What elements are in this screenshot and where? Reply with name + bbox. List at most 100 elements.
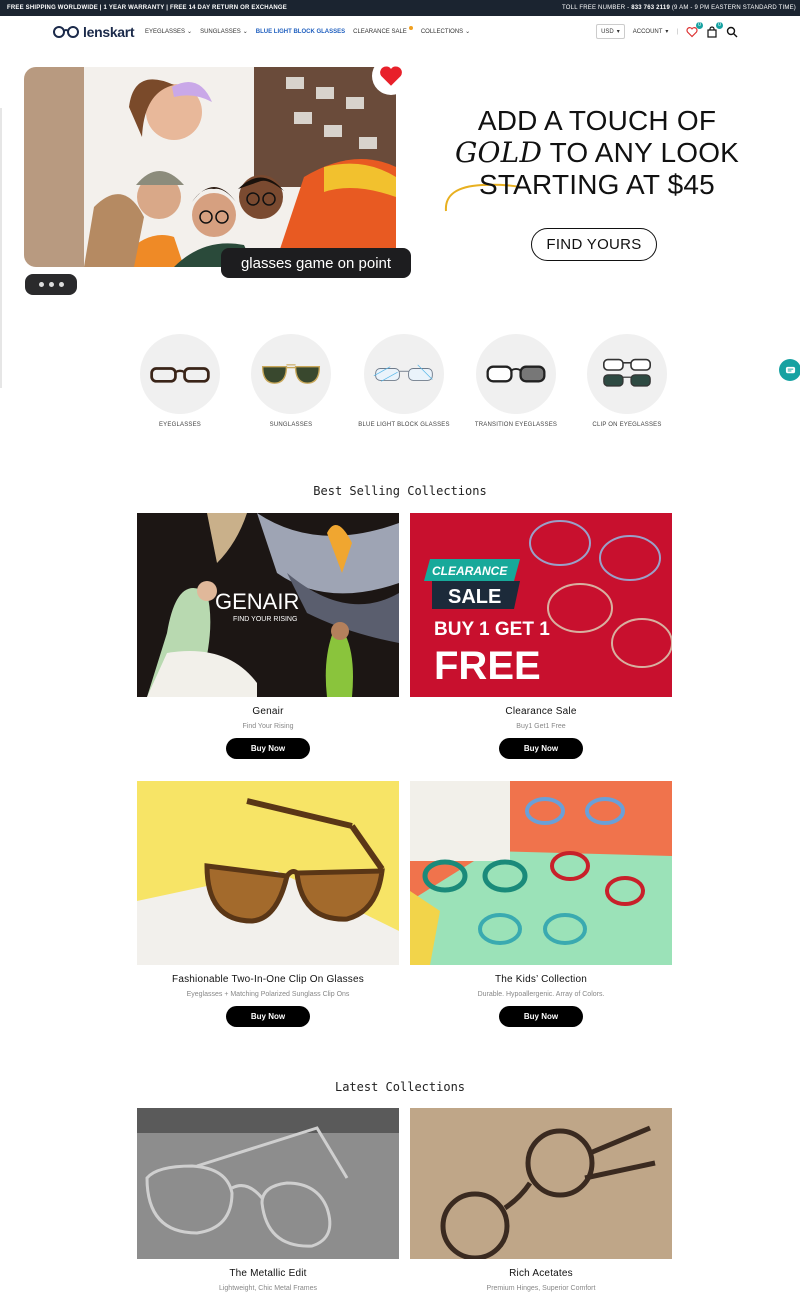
card-subtitle: Lightweight, Chic Metal Frames xyxy=(218,1285,318,1292)
announcement-bar: FREE SHIPPING WORLDWIDE | 1 YEAR WARRANT… xyxy=(0,0,800,16)
blue-light-glasses-icon xyxy=(373,364,433,382)
cart-button[interactable]: 0 xyxy=(706,21,723,38)
category-circle xyxy=(251,334,331,414)
clearance-art-line1: BUY 1 GET 1 xyxy=(434,619,550,640)
collection-card-clearance[interactable]: CLEARANCE SALE BUY 1 GET 1 FREE Clearanc… xyxy=(410,513,672,759)
card-subtitle: Buy1 Get1 Free xyxy=(516,723,566,730)
heart-icon xyxy=(380,66,402,86)
clearance-art-line2: FREE xyxy=(434,644,541,688)
clearance-art-sale: SALE xyxy=(448,586,501,608)
headline-line-3: STARTING AT $45 xyxy=(479,169,715,200)
account-menu[interactable]: ACCOUNT ▾ xyxy=(632,28,669,36)
headline-gold-word: GOLD xyxy=(454,136,543,169)
nav-blue-light-glasses[interactable]: BLUE LIGHT BLOCK GLASSES xyxy=(256,28,345,35)
wishlist-button[interactable]: 0 xyxy=(686,21,703,38)
clip-on-glasses-icon xyxy=(603,358,651,387)
category-eyeglasses[interactable]: EYEGLASSES xyxy=(125,334,235,428)
header-right: USD ▾ ACCOUNT ▾ | 0 0 xyxy=(596,21,738,39)
collection-card-genair[interactable]: GENAIR FIND YOUR RISING Genair Find Your… xyxy=(137,513,399,759)
headline-line-1: ADD A TOUCH OF xyxy=(477,105,717,136)
buy-now-button[interactable]: Buy Now xyxy=(499,1006,583,1027)
favorite-heart-badge[interactable] xyxy=(372,57,410,95)
nav-sunglasses[interactable]: SUNGLASSES ⌄ xyxy=(200,28,248,36)
cart-count-badge: 0 xyxy=(716,21,723,29)
wishlist-count-badge: 0 xyxy=(696,21,703,29)
currency-value: USD xyxy=(601,28,614,35)
eyeglasses-icon xyxy=(150,367,210,383)
latest-collections-title: Latest Collections xyxy=(334,1080,466,1094)
nav-collections[interactable]: COLLECTIONS ⌄ xyxy=(420,28,471,36)
card-title: The Kids’ Collection xyxy=(494,974,587,985)
category-blue-light[interactable]: BLUE LIGHT BLOCK GLASSES xyxy=(349,334,459,428)
chevron-down-icon: ⌄ xyxy=(465,29,471,35)
category-label: BLUE LIGHT BLOCK GLASSES xyxy=(358,422,450,428)
card-subtitle: Find Your Rising xyxy=(242,723,294,730)
site-header: lenskart EYEGLASSES ⌄ SUNGLASSES ⌄ BLUE LI… xyxy=(0,16,800,48)
hero-headline: ADD A TOUCH OF GOLD TO ANY LOOK STARTING… xyxy=(432,105,762,201)
category-circle xyxy=(476,334,556,414)
chat-icon xyxy=(785,366,795,373)
toll-free-label: TOLL FREE NUMBER - xyxy=(562,5,630,11)
category-circle xyxy=(364,334,444,414)
rich-acetates-image xyxy=(410,1108,672,1259)
chat-button[interactable] xyxy=(779,359,800,381)
nav-sunglasses-label: SUNGLASSES xyxy=(200,28,241,35)
toll-free-info: TOLL FREE NUMBER - 833 763 2119 (9 AM - … xyxy=(562,5,796,11)
genair-art-subtitle: FIND YOUR RISING xyxy=(233,616,297,623)
nav-eyeglasses-label: EYEGLASSES xyxy=(145,28,186,35)
buy-now-button[interactable]: Buy Now xyxy=(226,1006,310,1027)
clip-on-artwork xyxy=(137,781,399,965)
card-title: Clearance Sale xyxy=(505,706,577,717)
hero-caption: glasses game on point xyxy=(221,248,411,278)
card-subtitle: Premium Hinges, Superior Comfort xyxy=(486,1285,596,1292)
headline-line-2-rest: TO ANY LOOK xyxy=(542,137,740,168)
search-icon xyxy=(726,26,738,37)
search-button[interactable] xyxy=(726,26,738,38)
card-title: Genair xyxy=(252,706,284,717)
nav-clearance-sale[interactable]: CLEARANCE SALE xyxy=(353,25,413,35)
account-label: ACCOUNT xyxy=(632,28,663,35)
carousel-dot[interactable] xyxy=(38,282,44,287)
collection-card-metallic[interactable]: The Metallic Edit Lightweight, Chic Meta… xyxy=(137,1108,399,1292)
category-label: TRANSITION EYEGLASSES xyxy=(474,422,558,428)
chevron-down-icon: ⌄ xyxy=(187,29,193,35)
divider: | xyxy=(676,28,678,35)
best-selling-title: Best Selling Collections xyxy=(313,484,487,498)
card-title: The Metallic Edit xyxy=(229,1268,307,1279)
buy-now-button[interactable]: Buy Now xyxy=(226,738,310,759)
nav-eyeglasses[interactable]: EYEGLASSES ⌄ xyxy=(145,28,193,36)
card-subtitle: Eyeglasses + Matching Polarized Sunglass… xyxy=(186,991,350,998)
collection-card-rich-acetates[interactable]: Rich Acetates Premium Hinges, Superior C… xyxy=(410,1108,672,1292)
transition-glasses-icon xyxy=(486,365,546,383)
collection-card-clip-on[interactable]: Fashionable Two-In-One Clip On Glasses E… xyxy=(137,781,399,1027)
category-transition[interactable]: TRANSITION EYEGLASSES xyxy=(461,334,571,428)
headline-line-2: GOLD TO ANY LOOK xyxy=(432,137,762,169)
metallic-image xyxy=(137,1108,399,1259)
hero-photo xyxy=(24,67,396,267)
kids-image xyxy=(410,781,672,965)
new-dot-badge xyxy=(408,25,413,30)
phone-number[interactable]: 833 763 2119 xyxy=(631,5,670,11)
carousel-dot[interactable] xyxy=(48,282,54,287)
hero-edge-line xyxy=(0,108,2,388)
nav-blue-light-label: BLUE LIGHT BLOCK GLASSES xyxy=(255,28,346,35)
metallic-artwork xyxy=(137,1108,399,1259)
support-hours: (9 AM - 9 PM EASTERN STANDARD TIME) xyxy=(671,5,796,11)
buy-now-button[interactable]: Buy Now xyxy=(499,738,583,759)
kids-artwork xyxy=(410,781,672,965)
category-sunglasses[interactable]: SUNGLASSES xyxy=(236,334,346,428)
carousel-dot[interactable] xyxy=(58,282,64,287)
announcement-text: FREE SHIPPING WORLDWIDE | 1 YEAR WARRANT… xyxy=(7,5,287,11)
rich-acetates-artwork xyxy=(410,1108,672,1259)
sunglasses-icon xyxy=(261,364,321,384)
collection-card-kids[interactable]: The Kids’ Collection Durable. Hypoallerg… xyxy=(410,781,672,1027)
clearance-art-tag: CLEARANCE xyxy=(432,564,508,578)
category-clip-on[interactable]: CLIP ON EYEGLASSES xyxy=(572,334,682,428)
find-yours-button[interactable]: FIND YOURS xyxy=(531,228,657,261)
currency-select[interactable]: USD ▾ xyxy=(596,24,625,39)
carousel-dots[interactable] xyxy=(25,274,77,295)
logo[interactable]: lenskart xyxy=(52,24,135,40)
main-nav: EYEGLASSES ⌄ SUNGLASSES ⌄ BLUE LIGHT BLOCK… xyxy=(145,25,471,36)
category-label: SUNGLASSES xyxy=(269,422,313,428)
nav-collections-label: COLLECTIONS xyxy=(420,28,464,35)
